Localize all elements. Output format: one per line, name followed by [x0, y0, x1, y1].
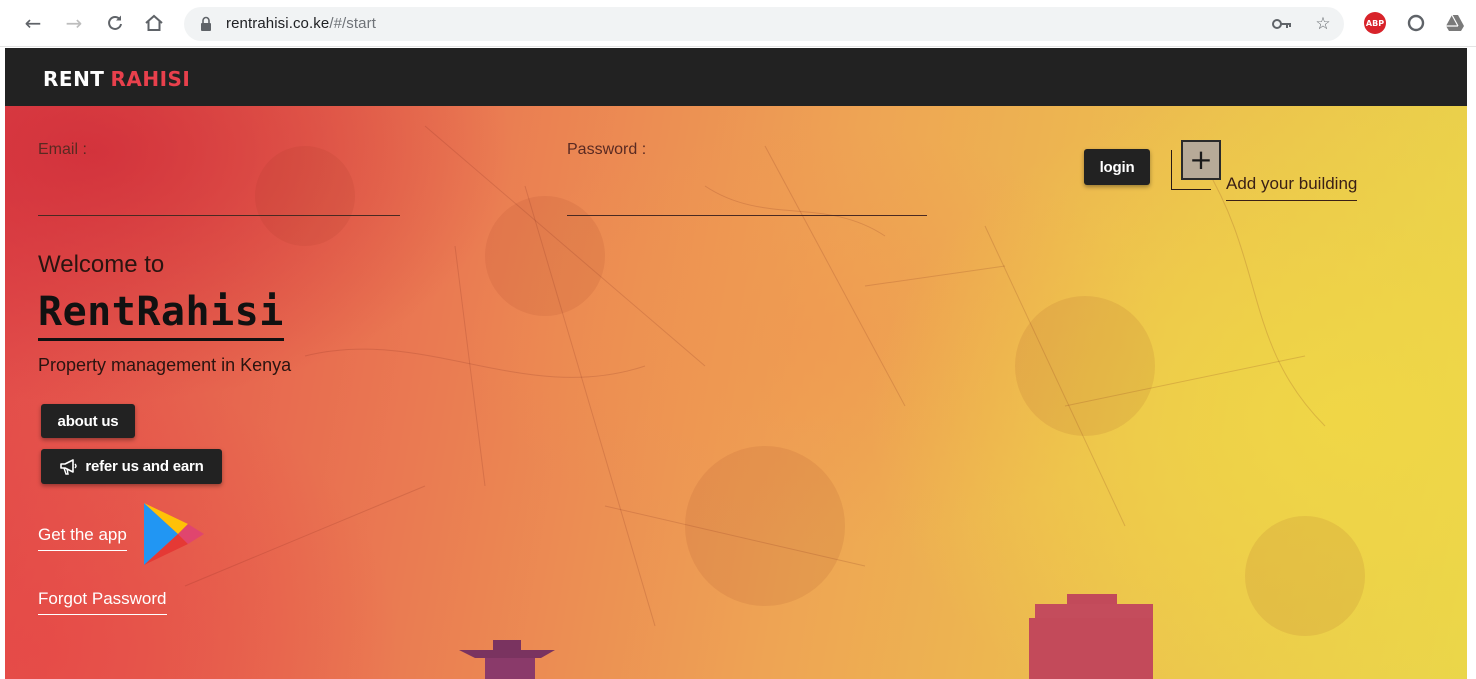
star-icon[interactable]: ☆	[1312, 14, 1334, 34]
add-building-widget: + Add your building	[1171, 139, 1371, 205]
megaphone-icon	[60, 458, 78, 475]
plus-icon[interactable]: +	[1181, 140, 1221, 180]
key-icon[interactable]	[1271, 14, 1293, 34]
tagline: Property management in Kenya	[38, 355, 292, 375]
brand-logo[interactable]: RENT RAHISI	[43, 67, 190, 91]
forgot-password-link[interactable]: Forgot Password	[38, 589, 167, 615]
password-label: Password :	[567, 141, 647, 158]
email-label: Email :	[38, 141, 87, 158]
url-host: rentrahisi.co.ke	[226, 15, 330, 32]
add-building-link[interactable]: Add your building	[1226, 174, 1358, 201]
back-arrow-icon[interactable]: ←	[20, 10, 46, 36]
refer-button-label: refer us and earn	[85, 458, 204, 475]
extension-circle-icon[interactable]	[1405, 12, 1427, 34]
login-button[interactable]: login	[1084, 149, 1150, 185]
browser-toolbar: ← → rentrahisi.co.ke/#/start ☆ ABP	[0, 0, 1476, 47]
refer-button[interactable]: refer us and earn	[41, 449, 222, 484]
reload-icon[interactable]	[102, 10, 128, 36]
welcome-text: Welcome to	[38, 251, 165, 278]
address-bar[interactable]: rentrahisi.co.ke/#/start ☆	[184, 7, 1344, 41]
lock-icon	[201, 16, 211, 31]
brand-rahisi: RAHISI	[110, 67, 191, 91]
hero-title: RentRahisi	[38, 288, 284, 341]
get-app-link[interactable]: Get the app	[38, 525, 127, 551]
hero-section: Email : Password : login + Add your buil…	[5, 106, 1467, 679]
password-field[interactable]	[567, 194, 927, 216]
building-silhouette-left	[459, 640, 555, 679]
extension-drive-icon[interactable]	[1444, 12, 1466, 34]
about-us-button[interactable]: about us	[41, 404, 135, 438]
adblock-icon[interactable]: ABP	[1364, 12, 1386, 34]
site-header: RENT RAHISI	[5, 48, 1467, 106]
brand-rent: RENT	[43, 67, 105, 91]
email-field[interactable]	[38, 194, 400, 216]
google-play-icon[interactable]	[142, 501, 206, 567]
building-silhouette-right	[1029, 594, 1153, 679]
home-icon[interactable]	[141, 10, 167, 36]
url-text: rentrahisi.co.ke/#/start	[226, 15, 376, 32]
forward-arrow-icon[interactable]: →	[61, 10, 87, 36]
url-path: /#/start	[329, 15, 376, 32]
adblock-label: ABP	[1364, 12, 1386, 34]
